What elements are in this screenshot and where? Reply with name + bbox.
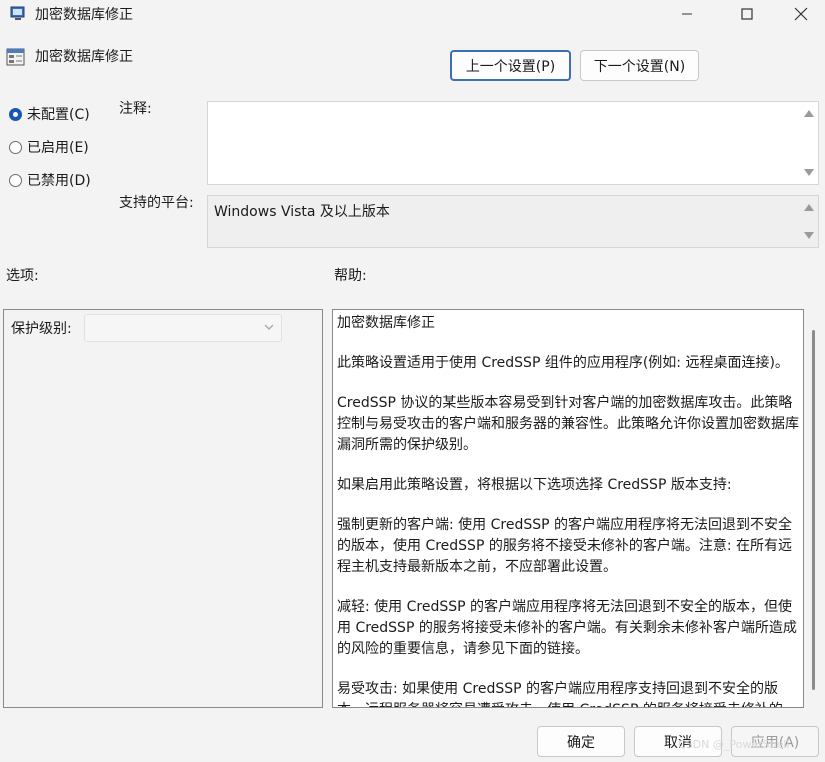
app-icon [9, 4, 27, 22]
help-paragraph: 强制更新的客户端: 使用 CredSSP 的客户端应用程序将无法回退到不安全的版… [337, 517, 793, 575]
ok-button[interactable]: 确定 [537, 726, 625, 757]
comment-textarea[interactable] [207, 101, 819, 185]
minimize-icon [682, 13, 692, 15]
options-label: 选项: [6, 268, 39, 284]
maximize-button[interactable] [724, 0, 770, 28]
platform-scrollbar[interactable] [801, 196, 818, 247]
help-label: 帮助: [334, 268, 367, 284]
comment-label: 注释: [119, 101, 152, 117]
options-panel: 保护级别: [3, 309, 323, 708]
radio-label: 已禁用(D) [27, 173, 91, 189]
scroll-down-icon[interactable] [804, 232, 814, 239]
scroll-down-icon[interactable] [804, 169, 814, 176]
close-icon [794, 7, 808, 21]
help-paragraph: 易受攻击: 如果使用 CredSSP 的客户端应用程序支持回退到不安全的版本，远… [337, 681, 783, 707]
scroll-up-icon[interactable] [804, 110, 814, 117]
minimize-button[interactable] [664, 0, 710, 28]
radio-label: 已启用(E) [27, 140, 89, 156]
help-paragraph: 此策略设置适用于使用 CredSSP 组件的应用程序(例如: 远程桌面连接)。 [337, 355, 789, 371]
protection-level-label: 保护级别: [11, 321, 72, 337]
supported-platform-label: 支持的平台: [119, 195, 194, 211]
help-paragraph: 加密数据库修正 [337, 315, 435, 331]
supported-platform-value: Windows Vista 及以上版本 [214, 204, 390, 220]
previous-setting-button[interactable]: 上一个设置(P) [450, 50, 571, 81]
radio-unchecked-icon [9, 173, 22, 187]
radio-disabled[interactable]: 已禁用(D) [9, 170, 91, 190]
help-paragraph: 减轻: 使用 CredSSP 的客户端应用程序将无法回退到不安全的版本，但使用 … [337, 599, 797, 657]
radio-checked-icon [9, 107, 22, 121]
help-paragraph: CredSSP 协议的某些版本容易受到针对客户端的加密数据库攻击。此策略控制与易… [337, 395, 799, 453]
help-text: 加密数据库修正 此策略设置适用于使用 CredSSP 组件的应用程序(例如: 远… [337, 313, 801, 707]
window-title: 加密数据库修正 [35, 7, 133, 23]
protection-level-dropdown[interactable] [84, 314, 282, 342]
maximize-icon [741, 8, 753, 20]
supported-platform-box: Windows Vista 及以上版本 [207, 195, 819, 248]
policy-title: 加密数据库修正 [35, 49, 133, 65]
comment-scrollbar[interactable] [801, 102, 818, 184]
help-paragraph: 如果启用此策略设置，将根据以下选项选择 CredSSP 版本支持: [337, 477, 732, 493]
help-panel: 加密数据库修正 此策略设置适用于使用 CredSSP 组件的应用程序(例如: 远… [332, 309, 804, 708]
policy-icon [6, 47, 26, 67]
radio-unchecked-icon [9, 140, 22, 154]
chevron-down-icon [264, 324, 274, 330]
help-scrollbar[interactable] [812, 330, 815, 690]
radio-enabled[interactable]: 已启用(E) [9, 137, 89, 157]
next-setting-button[interactable]: 下一个设置(N) [580, 50, 699, 81]
radio-label: 未配置(C) [27, 107, 90, 123]
radio-not-configured[interactable]: 未配置(C) [9, 104, 90, 124]
close-button[interactable] [778, 0, 824, 28]
scroll-up-icon[interactable] [804, 204, 814, 211]
watermark: CSDN @_PowerShell [678, 738, 790, 751]
